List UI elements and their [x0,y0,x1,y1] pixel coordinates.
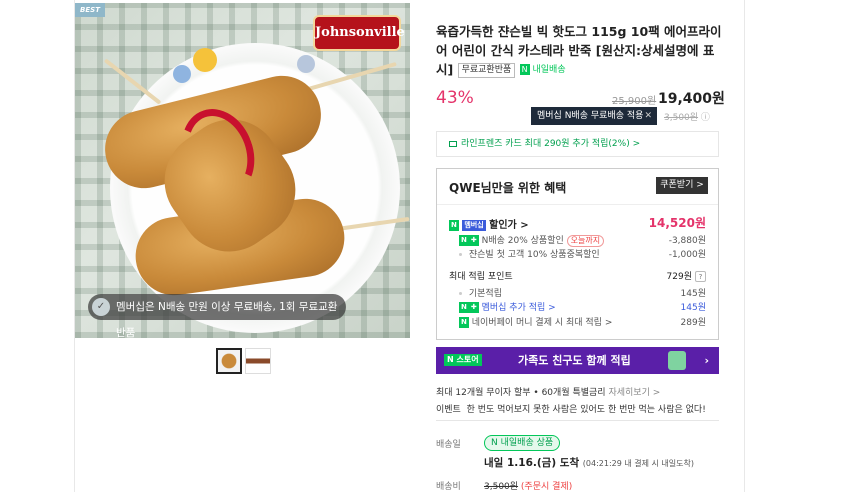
best-badge: BEST [75,3,105,17]
today-delivery-label: 내일배송 [532,65,566,75]
shipping-fee: 3,500원 (주문시 결제) [484,479,572,492]
n-icon: ✚ [468,235,479,246]
today-delivery-tag: N 내일배송 [519,61,566,80]
n-icon: N [459,302,469,313]
benefit-header: QWE님만을 위한 혜택 [449,181,567,195]
divider [437,204,718,205]
delivery-tag: N 내일배송 상품 [484,435,561,451]
installment-text: 최대 12개월 무이자 할부 • 60개월 특별금리 [436,388,606,398]
close-icon[interactable]: ✕ [644,107,652,125]
installment-line: 최대 12개월 무이자 할부 • 60개월 특별금리 자세히보기 > [436,385,660,398]
tooltip-text: 멤버십 N배송 무료배송 적용 [537,111,644,121]
n-icon: ✚ [468,302,479,313]
discount-detail-row: N ✚ N배송 20% 상품할인 오늘까지 -3,880원 [449,233,706,247]
sale-price: 19,400원 [658,91,725,107]
flower-decoration [297,55,315,73]
discount-price-value: 14,520원 [648,216,706,230]
membership-icon: ✓ [92,298,110,316]
fee-label: 배송비 [436,482,461,492]
discount-price-row[interactable]: N 멤버십 할인가 > 14,520원 [449,216,706,231]
points-value-wrap: 729원? [667,269,706,282]
chevron-right-icon: › [704,354,709,367]
arrive-date: 내일 1.16.(금) 도착 (04:21:29 내 결제 시 내일도착) [484,455,694,470]
point-detail-label: 기본적립 [468,289,502,299]
bullet [459,253,462,256]
points-value: 729원 [666,272,692,282]
discount-detail-value: -1,000원 [668,250,706,260]
benefit-box: QWE님만을 위한 혜택 쿠폰받기 > N 멤버십 할인가 > 14,520원 … [436,168,719,340]
discount-detail-row: 쟌슨빌 첫 고객 10% 상품중복할인 -1,000원 [449,247,706,260]
original-price: 25,900원 [612,96,657,107]
bullet [459,292,462,295]
n-icon: N [449,219,459,231]
today-only-pill: 오늘까지 [566,235,605,247]
npay-icon: N [459,317,469,328]
card-offer-text: 라인프렌즈 카드 최대 290원 추가 적립(2%) > [461,139,641,149]
n-icon: N [459,235,469,246]
point-detail-value: 145원 [680,303,706,313]
flower-decoration [173,65,191,83]
delivery-label: 배송일 [436,440,461,450]
card-offer[interactable]: 라인프렌즈 카드 최대 290원 추가 적립(2%) > [436,131,719,157]
discount-detail-value: -3,880원 [668,236,706,246]
installment-link[interactable]: 자세히보기 > [608,388,660,398]
flower-decoration [193,48,217,72]
discount-detail-label: N배송 20% 상품할인 [481,236,564,246]
fee-note: (주문시 결제) [520,482,573,492]
n-icon: N [491,438,498,448]
n-delivery-icon: N [519,64,530,75]
coupon-button[interactable]: 쿠폰받기 > [656,177,708,194]
return-tag: 무료교환반품 [457,63,516,78]
point-detail-label: 네이버페이 머니 결제 시 최대 적립 > [471,318,613,328]
point-detail-row: 기본적립 145원 [449,286,706,299]
discount-detail-label: 쟌슨빌 첫 고객 10% 상품중복할인 [468,250,600,260]
thumbnail-2[interactable] [245,348,271,374]
event-text: 한 번도 먹어보지 못한 사람은 있어도 한 번만 먹는 사람은 없다! [466,405,706,415]
store-badge: N 스토어 [444,354,482,366]
point-detail-row[interactable]: N ✚ 멤버십 추가 적립 > 145원 [449,300,706,313]
shipping-tooltip: 멤버십 N배송 무료배송 적용 ✕ [531,107,657,125]
card-icon [449,140,457,147]
event-label: 이벤트 [436,405,461,415]
shipping-original-fee: 3,500원 [664,113,699,123]
brand-logo: Johnsonville [313,15,405,51]
shipping-fee-small: 3,500원 ⓘ [664,113,710,123]
point-detail-value: 145원 [680,289,706,299]
event-line: 이벤트 한 번도 먹어보지 못한 사람은 있어도 한 번만 먹는 사람은 없다! [436,402,706,415]
point-detail-row[interactable]: N 네이버페이 머니 결제 시 최대 적립 > 289원 [449,315,706,328]
shopping-bag-icon [668,351,686,370]
delivery-tag-text: 내일배송 상품 [500,438,554,448]
product-title: 육즙가득한 쟌슨빌 빅 핫도그 115g 10팩 에어프라이어 어린이 간식 카… [436,22,726,80]
point-detail-value: 289원 [680,318,706,328]
arrive-sub: (04:21:29 내 결제 시 내일도착) [582,459,694,468]
store-banner-text: 가족도 친구도 함께 적립 [518,354,631,367]
fee-original: 3,500원 [484,482,519,492]
points-label: 최대 적립 포인트 [449,272,513,282]
store-banner[interactable]: N 스토어 가족도 친구도 함께 적립 › [436,347,719,374]
thumbnail-1[interactable] [216,348,242,374]
points-row: 최대 적립 포인트 729원? [449,269,706,282]
point-detail-label: 멤버십 추가 적립 > [481,303,556,313]
discount-rate: 43% [436,88,474,108]
photo-banner: ✓ 멤버십은 N배송 만원 이상 무료배송, 1회 무료교환반품 [88,294,346,339]
discount-price-label: 할인가 > [489,220,529,231]
membership-icon: 멤버십 [462,219,486,231]
divider [436,420,719,421]
arrive-text: 내일 1.16.(금) 도착 [484,457,580,469]
help-icon[interactable]: ? [695,271,706,282]
product-image[interactable] [75,3,410,338]
